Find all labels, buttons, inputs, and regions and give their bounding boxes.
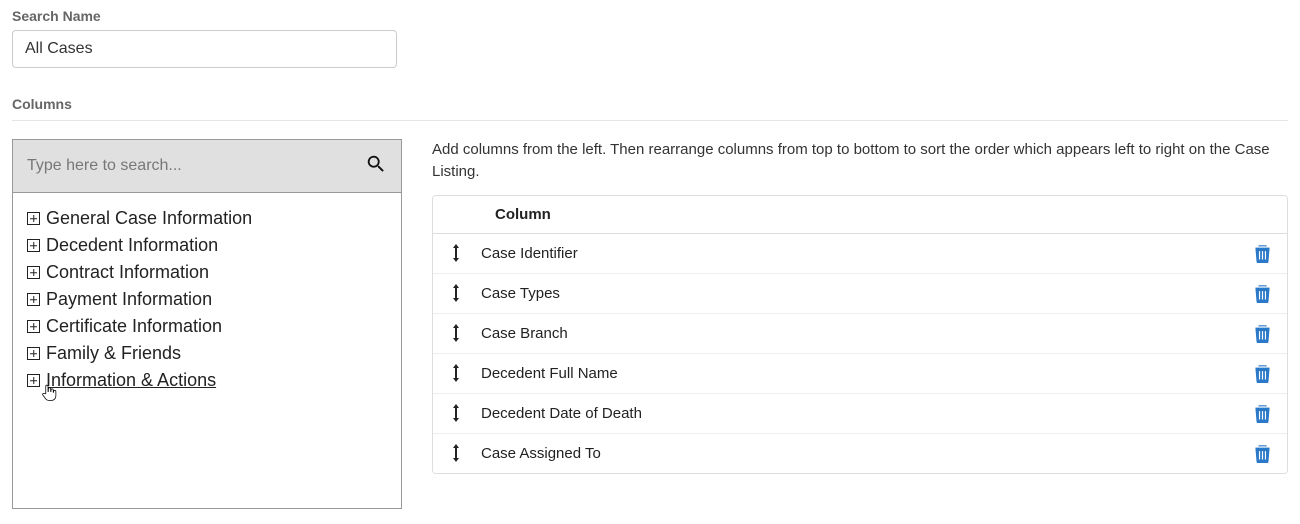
- drag-handle-icon[interactable]: [449, 324, 463, 342]
- column-row: Decedent Date of Death: [433, 394, 1287, 434]
- column-row: Case Types: [433, 274, 1287, 314]
- column-row: Decedent Full Name: [433, 354, 1287, 394]
- expand-icon: [27, 320, 40, 333]
- expand-icon: [27, 374, 40, 387]
- tree-item-contract-information[interactable]: Contract Information: [27, 259, 387, 286]
- column-name: Case Assigned To: [481, 445, 1254, 462]
- tree-item-certificate-information[interactable]: Certificate Information: [27, 313, 387, 340]
- tree-item-label: Decedent Information: [46, 235, 218, 256]
- column-row: Case Identifier: [433, 234, 1287, 274]
- drag-handle-icon[interactable]: [449, 404, 463, 422]
- tree-item-label: Contract Information: [46, 262, 209, 283]
- drag-handle-icon[interactable]: [449, 244, 463, 262]
- tree-item-label: General Case Information: [46, 208, 252, 229]
- delete-icon[interactable]: [1254, 244, 1271, 263]
- tree-item-label: Family & Friends: [46, 343, 181, 364]
- column-row: Case Assigned To: [433, 434, 1287, 473]
- tree-item-information-actions[interactable]: Information & Actions: [27, 367, 387, 394]
- columns-help-text: Add columns from the left. Then rearrang…: [432, 139, 1288, 183]
- delete-icon[interactable]: [1254, 284, 1271, 303]
- drag-handle-icon[interactable]: [449, 364, 463, 382]
- delete-icon[interactable]: [1254, 324, 1271, 343]
- expand-icon: [27, 347, 40, 360]
- column-name: Decedent Full Name: [481, 365, 1254, 382]
- drag-handle-icon[interactable]: [449, 444, 463, 462]
- column-name: Decedent Date of Death: [481, 405, 1254, 422]
- tree-item-payment-information[interactable]: Payment Information: [27, 286, 387, 313]
- column-search-input[interactable]: [27, 157, 365, 175]
- search-name-group: Search Name: [12, 8, 1288, 68]
- column-table-header: Column: [433, 196, 1287, 234]
- available-columns-panel: General Case Information Decedent Inform…: [12, 139, 402, 509]
- columns-layout: General Case Information Decedent Inform…: [12, 139, 1288, 509]
- expand-icon: [27, 239, 40, 252]
- column-name: Case Identifier: [481, 245, 1254, 262]
- tree-item-label: Payment Information: [46, 289, 212, 310]
- column-tree: General Case Information Decedent Inform…: [13, 193, 401, 406]
- tree-item-label: Certificate Information: [46, 316, 222, 337]
- search-name-label: Search Name: [12, 8, 1288, 24]
- column-row: Case Branch: [433, 314, 1287, 354]
- selected-columns-panel: Add columns from the left. Then rearrang…: [432, 139, 1288, 474]
- tree-item-family-friends[interactable]: Family & Friends: [27, 340, 387, 367]
- column-name: Case Branch: [481, 325, 1254, 342]
- columns-section-label: Columns: [12, 96, 1288, 112]
- expand-icon: [27, 212, 40, 225]
- column-name: Case Types: [481, 285, 1254, 302]
- search-icon[interactable]: [365, 153, 387, 180]
- expand-icon: [27, 266, 40, 279]
- selected-columns-table: Column Case Identifier Case Types: [432, 195, 1288, 474]
- delete-icon[interactable]: [1254, 404, 1271, 423]
- search-name-input[interactable]: [12, 30, 397, 68]
- tree-item-general-case-information[interactable]: General Case Information: [27, 205, 387, 232]
- delete-icon[interactable]: [1254, 444, 1271, 463]
- drag-handle-icon[interactable]: [449, 284, 463, 302]
- delete-icon[interactable]: [1254, 364, 1271, 383]
- column-search-bar: [13, 139, 401, 193]
- tree-item-label: Information & Actions: [46, 370, 216, 391]
- expand-icon: [27, 293, 40, 306]
- divider: [12, 120, 1288, 121]
- tree-item-decedent-information[interactable]: Decedent Information: [27, 232, 387, 259]
